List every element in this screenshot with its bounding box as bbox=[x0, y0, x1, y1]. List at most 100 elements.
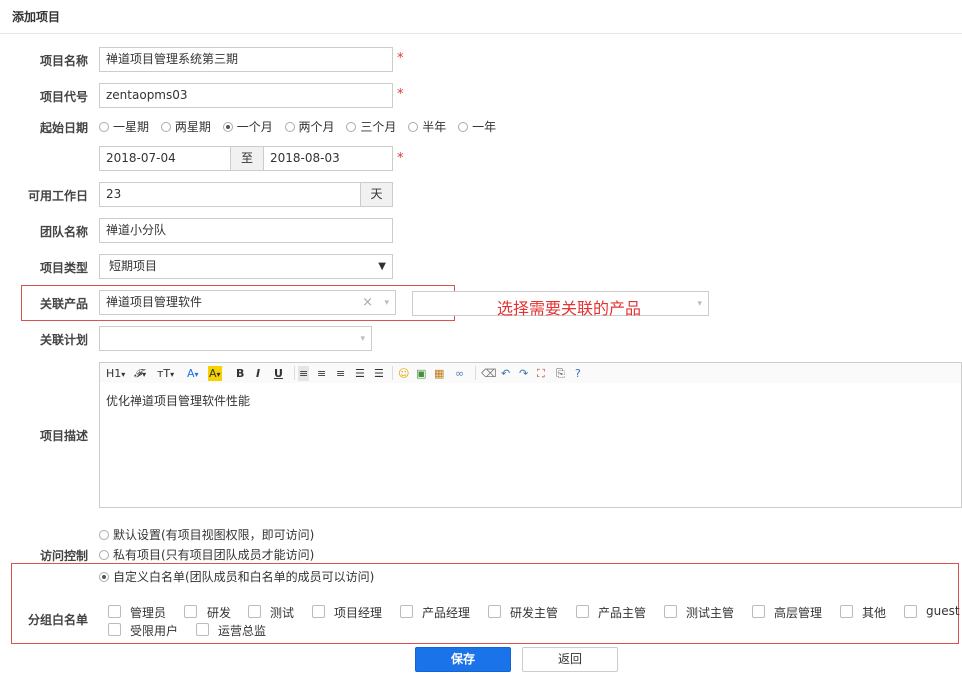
radio-checked-icon bbox=[222, 121, 233, 132]
whitelist-checkbox-pm[interactable] bbox=[312, 605, 325, 618]
whitelist-option-label: guest bbox=[926, 604, 960, 618]
whitelist-option-label: 运营总监 bbox=[218, 624, 267, 638]
acl-option-private[interactable]: 私有项目(只有项目团队成员才能访问) bbox=[99, 546, 314, 563]
toolbar-divider bbox=[392, 366, 393, 380]
radio-icon bbox=[458, 121, 469, 132]
period-option-week[interactable]: 一星期 bbox=[99, 118, 149, 135]
link-icon[interactable]: ∞ bbox=[455, 366, 464, 381]
period-option-two-months[interactable]: 两个月 bbox=[284, 118, 335, 135]
name-label: 项目名称 bbox=[39, 54, 88, 68]
whitelist-checkbox-po[interactable] bbox=[400, 605, 413, 618]
acl-option-default[interactable]: 默认设置(有项目视图权限，即可访问) bbox=[99, 526, 314, 543]
whitelist-checkbox-ops[interactable] bbox=[196, 623, 209, 636]
whitelist-option-label: 研发主管 bbox=[510, 606, 559, 620]
code-label: 项目代号 bbox=[39, 90, 88, 104]
team-input[interactable]: 禅道小分队 bbox=[99, 218, 393, 243]
products-hint: 选择需要关联的产品 bbox=[497, 299, 642, 318]
chevron-down-icon: ▾ bbox=[384, 298, 389, 308]
back-button[interactable]: 返回 bbox=[522, 647, 618, 672]
underline-button[interactable]: U bbox=[274, 366, 283, 381]
whitelist-option-label: 测试 bbox=[270, 606, 295, 620]
desc-label: 项目描述 bbox=[39, 429, 88, 443]
whitelist-checkbox-dev[interactable] bbox=[184, 605, 197, 618]
whitelist-checkbox-top[interactable] bbox=[752, 605, 765, 618]
align-right-icon[interactable]: ≡ bbox=[336, 366, 345, 381]
align-center-icon[interactable]: ≡ bbox=[317, 366, 326, 381]
align-left-icon[interactable]: ≡ bbox=[298, 366, 310, 381]
code-input[interactable]: zentaopms03 bbox=[99, 83, 393, 108]
whitelist-checkbox-others[interactable] bbox=[840, 605, 853, 618]
end-date-input[interactable]: 2018-08-03 bbox=[263, 146, 393, 171]
whitelist-checkbox-pd[interactable] bbox=[576, 605, 589, 618]
unordered-list-icon[interactable]: ☰ bbox=[374, 366, 384, 381]
chevron-down-icon: ▾ bbox=[360, 334, 365, 344]
name-input[interactable]: 禅道项目管理系统第三期 bbox=[99, 47, 393, 72]
description-editor[interactable]: 优化禅道项目管理软件性能 bbox=[99, 383, 962, 508]
eraser-icon[interactable]: ⌫ bbox=[481, 366, 497, 381]
save-button[interactable]: 保存 bbox=[415, 647, 511, 672]
emoticon-icon[interactable]: ☺ bbox=[398, 366, 409, 381]
date-required-mark: * bbox=[397, 151, 404, 166]
ordered-list-icon[interactable]: ☰ bbox=[355, 366, 365, 381]
italic-button[interactable]: I bbox=[256, 366, 260, 381]
plans-label: 关联计划 bbox=[39, 333, 88, 347]
acl-option-custom[interactable]: 自定义白名单(团队成员和白名单的成员可以访问) bbox=[99, 568, 374, 585]
whitelist-option-label: 高层管理 bbox=[774, 606, 823, 620]
editor-toolbar: H1▾ 𝓕▾ тT▾ A▾ A▾ B I U ≡ ≡ ≡ ☰ ☰ ☺ ▣ ▦ ∞… bbox=[99, 362, 962, 384]
whitelist-checkbox-admin[interactable] bbox=[108, 605, 121, 618]
whitelist-option-label: 测试主管 bbox=[686, 606, 735, 620]
clear-icon[interactable]: × bbox=[362, 291, 373, 314]
type-select[interactable]: 短期项目 ▼ bbox=[99, 254, 393, 279]
period-option-three-months[interactable]: 三个月 bbox=[346, 118, 396, 135]
code-required-mark: * bbox=[397, 87, 404, 102]
radio-icon bbox=[284, 121, 295, 132]
page-title: 添加项目 bbox=[12, 10, 61, 24]
whitelist-option-label: 项目经理 bbox=[334, 606, 383, 620]
whitelist-option-label: 管理员 bbox=[130, 606, 167, 620]
team-label: 团队名称 bbox=[39, 225, 88, 239]
days-input[interactable]: 23 bbox=[99, 182, 361, 207]
whitelist-checkbox-qa[interactable] bbox=[248, 605, 261, 618]
whitelist-option-label: 产品经理 bbox=[422, 606, 471, 620]
radio-icon bbox=[346, 121, 357, 132]
radio-icon bbox=[160, 121, 171, 132]
period-option-year[interactable]: 一年 bbox=[458, 118, 496, 135]
acl-label: 访问控制 bbox=[39, 549, 88, 563]
bold-button[interactable]: B bbox=[236, 366, 244, 381]
whitelist-checkbox-limited[interactable] bbox=[108, 623, 121, 636]
type-label: 项目类型 bbox=[39, 261, 88, 275]
heading-button[interactable]: H1▾ bbox=[106, 366, 125, 381]
font-family-button[interactable]: 𝓕▾ bbox=[134, 366, 146, 381]
days-unit: 天 bbox=[360, 182, 393, 207]
period-option-half-year[interactable]: 半年 bbox=[408, 118, 446, 135]
source-code-icon[interactable]: ⎘ bbox=[556, 366, 565, 381]
fullscreen-icon[interactable]: ⛶ bbox=[537, 366, 545, 381]
begin-date-input[interactable]: 2018-07-04 bbox=[99, 146, 231, 171]
plan-select[interactable]: ▾ bbox=[99, 326, 372, 351]
toolbar-divider bbox=[475, 366, 476, 380]
period-option-two-weeks[interactable]: 两星期 bbox=[160, 118, 211, 135]
radio-icon bbox=[99, 529, 109, 540]
days-label: 可用工作日 bbox=[27, 189, 88, 203]
whitelist-checkbox-td[interactable] bbox=[488, 605, 501, 618]
help-icon[interactable]: ? bbox=[575, 366, 581, 381]
period-option-month[interactable]: 一个月 bbox=[222, 118, 273, 135]
undo-icon[interactable]: ↶ bbox=[501, 366, 510, 381]
whitelist-option-label: 受限用户 bbox=[130, 624, 179, 638]
redo-icon[interactable]: ↷ bbox=[519, 366, 528, 381]
highlight-color-button[interactable]: A▾ bbox=[208, 366, 222, 381]
description-text: 优化禅道项目管理软件性能 bbox=[106, 394, 251, 408]
whitelist-checkbox-guest[interactable] bbox=[904, 605, 917, 618]
image-icon[interactable]: ▣ bbox=[416, 366, 426, 381]
table-icon[interactable]: ▦ bbox=[434, 366, 444, 381]
title-divider bbox=[0, 33, 962, 34]
toolbar-divider bbox=[294, 366, 295, 380]
product-select[interactable]: 禅道项目管理软件 × ▾ bbox=[99, 290, 396, 315]
font-color-button[interactable]: A▾ bbox=[187, 366, 199, 381]
radio-icon bbox=[408, 121, 419, 132]
product-select-value: 禅道项目管理软件 bbox=[106, 295, 203, 309]
products-label: 关联产品 bbox=[39, 297, 88, 311]
whitelist-checkbox-qd[interactable] bbox=[664, 605, 677, 618]
font-size-button[interactable]: тT▾ bbox=[157, 366, 174, 381]
whitelist-option-label: 研发 bbox=[207, 606, 232, 620]
